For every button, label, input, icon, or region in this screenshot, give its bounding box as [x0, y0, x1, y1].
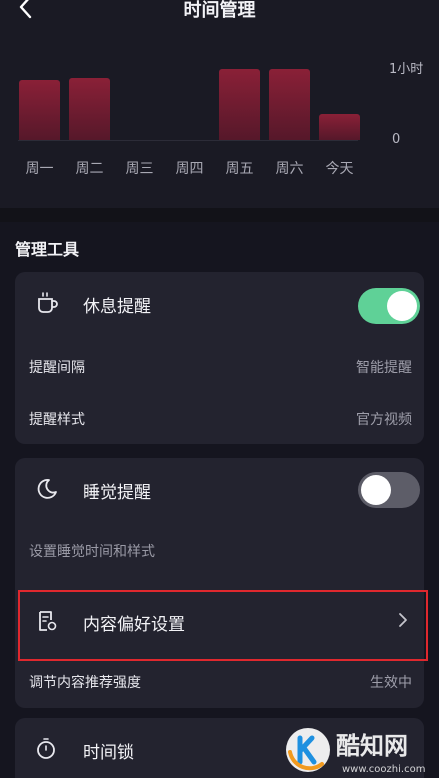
rest-reminder-toggle[interactable]: [358, 288, 420, 324]
coozhi-watermark-logo: 酷知网 www.coozhi.com: [286, 728, 425, 775]
recommendation-strength-label: 调节内容推荐强度: [29, 675, 141, 691]
reminder-interval-row[interactable]: 提醒间隔 智能提醒: [29, 357, 412, 377]
sleep-reminder-card: 睡觉提醒 设置睡觉时间和样式 内容偏好设置 调节内容推荐强度 生效中: [15, 458, 424, 708]
reminder-style-label: 提醒样式: [29, 412, 85, 428]
rest-reminder-label: 休息提醒: [83, 297, 151, 317]
usage-bar-chart: 1小时 0 周一 周二 周三 周四 周五 周六 今天: [0, 50, 439, 190]
coffee-cup-icon: [38, 292, 58, 313]
recommendation-strength-status: 生效中: [370, 675, 412, 691]
sleep-reminder-toggle[interactable]: [358, 472, 420, 508]
reminder-interval-label: 提醒间隔: [29, 360, 85, 376]
moon-icon: [37, 479, 57, 499]
highlight-box: [18, 590, 428, 661]
usage-bar: [319, 113, 360, 140]
toggle-knob: [387, 291, 417, 321]
usage-panel: 时间管理 1小时 0 周一 周二 周三 周四 周五 周六 今天: [0, 0, 439, 208]
day-label: 今天: [325, 161, 354, 177]
reminder-style-row[interactable]: 提醒样式 官方视频: [29, 409, 412, 429]
day-label: 周三: [125, 161, 154, 177]
reminder-style-value: 官方视频: [356, 412, 412, 428]
usage-bar: [19, 80, 60, 140]
y-axis-max-label: 1小时: [389, 62, 424, 77]
timer-lock-icon: [37, 738, 55, 759]
toggle-knob: [361, 475, 391, 505]
rest-reminder-card: 休息提醒 提醒间隔 智能提醒 提醒样式 官方视频: [15, 272, 424, 444]
usage-bar: [269, 69, 310, 140]
section-title: 管理工具: [15, 240, 80, 259]
chart-baseline: [18, 140, 358, 141]
time-lock-label: 时间锁: [83, 743, 134, 763]
page-title: 时间管理: [183, 0, 256, 21]
sleep-reminder-description: 设置睡觉时间和样式: [29, 544, 155, 560]
reminder-interval-value: 智能提醒: [356, 360, 412, 376]
usage-bar: [219, 69, 260, 140]
y-axis-min-label: 0: [392, 132, 401, 147]
day-label: 周五: [225, 161, 254, 177]
day-label: 周四: [175, 161, 204, 177]
sleep-reminder-row[interactable]: 睡觉提醒: [15, 458, 424, 520]
usage-bar: [69, 77, 110, 140]
day-label: 周六: [275, 161, 304, 177]
svg-text:酷知网: 酷知网: [336, 732, 408, 760]
section-divider: [0, 208, 439, 222]
rest-reminder-row[interactable]: 休息提醒: [15, 272, 424, 334]
svg-text:www.coozhi.com: www.coozhi.com: [342, 764, 425, 775]
day-label: 周一: [25, 161, 54, 177]
recommendation-strength-row[interactable]: 调节内容推荐强度 生效中: [29, 672, 412, 692]
day-label: 周二: [75, 161, 104, 177]
sleep-reminder-label: 睡觉提醒: [83, 483, 151, 503]
